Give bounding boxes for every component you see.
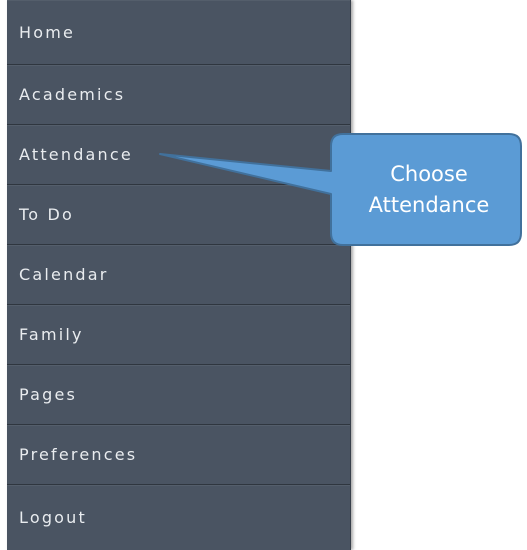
callout-line-1: Choose <box>390 161 468 186</box>
menu-item-label: Attendance <box>19 145 133 164</box>
stage: Home Academics Attendance To Do Calendar… <box>0 0 527 550</box>
menu-item-label: To Do <box>19 205 75 224</box>
menu-item-label: Home <box>19 22 76 42</box>
menu-item-label: Logout <box>19 508 87 527</box>
menu-item-to-do[interactable]: To Do <box>7 185 350 245</box>
menu-item-attendance[interactable]: Attendance <box>7 125 350 185</box>
menu-item-label: Family <box>19 325 84 344</box>
menu-item-family[interactable]: Family <box>7 305 350 365</box>
menu-item-home[interactable]: Home <box>7 0 350 65</box>
navigation-menu: Home Academics Attendance To Do Calendar… <box>7 0 351 550</box>
menu-item-calendar[interactable]: Calendar <box>7 245 350 305</box>
menu-item-academics[interactable]: Academics <box>7 65 350 125</box>
menu-item-logout[interactable]: Logout <box>7 485 350 550</box>
callout-line-2: Attendance <box>368 192 490 217</box>
callout-text: Choose Attendance <box>331 134 527 245</box>
menu-item-label: Preferences <box>19 445 138 464</box>
menu-item-label: Academics <box>19 85 126 104</box>
menu-item-label: Calendar <box>19 265 109 284</box>
menu-item-label: Pages <box>19 385 78 404</box>
menu-item-preferences[interactable]: Preferences <box>7 425 350 485</box>
menu-item-pages[interactable]: Pages <box>7 365 350 425</box>
